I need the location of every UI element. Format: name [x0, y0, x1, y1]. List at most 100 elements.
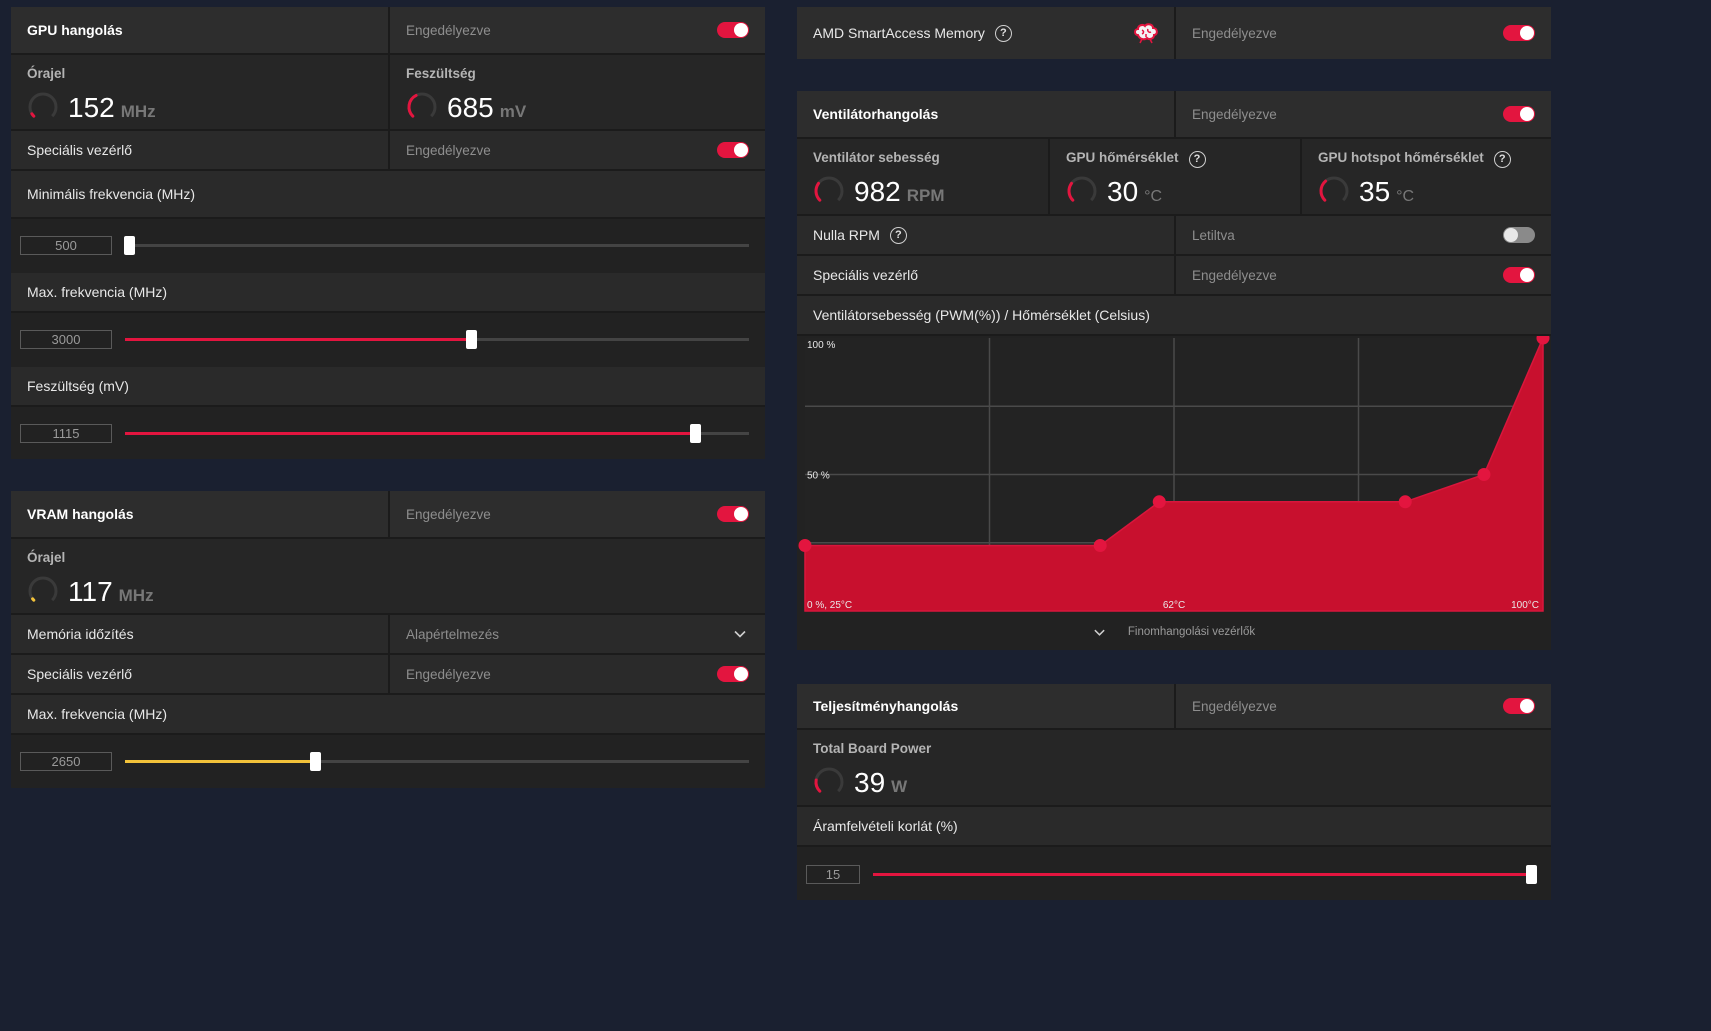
help-icon[interactable]: ?	[994, 24, 1012, 42]
fan-tuning-toggle[interactable]	[1503, 106, 1535, 122]
gpu-temp-label: GPU hőmérséklet	[1066, 150, 1179, 165]
min-freq-thumb[interactable]	[124, 236, 135, 255]
x-tick-label: 0 %, 25°C	[807, 600, 852, 611]
sam-status: Engedélyezve	[1192, 25, 1277, 41]
gpu-special-row: Speciális vezérlő Engedélyezve	[11, 131, 765, 171]
gpu-tuning-toggle[interactable]	[717, 22, 749, 38]
gpu-temp-value: 30	[1107, 176, 1139, 207]
power-limit-slider[interactable]	[873, 865, 1537, 884]
vram-max-freq-label: Max. frekvencia (MHz)	[27, 706, 168, 722]
fan-metrics-row: Ventilátor sebesség 982 RPM GPU hőmérsékl…	[797, 138, 1551, 216]
help-icon[interactable]: ?	[889, 226, 907, 244]
board-power-gauge	[814, 767, 844, 793]
fan-tuning-status: Engedélyezve	[1192, 106, 1277, 122]
gpu-special-label: Speciális vezérlő	[27, 142, 133, 158]
vram-special-label: Speciális vezérlő	[27, 666, 133, 682]
vram-tuning-card: VRAM hangolás Engedélyezve Órajel 117 MHz…	[11, 491, 765, 788]
zero-rpm-status: Letiltva	[1192, 227, 1235, 243]
gpu-clock-unit: MHz	[120, 102, 156, 121]
memory-timing-select[interactable]: Alapértelmezés	[388, 615, 765, 653]
gpu-metrics-row: Órajel 152 MHz Feszültség 685 mV	[11, 54, 765, 131]
vram-clock-label: Órajel	[27, 550, 66, 565]
min-freq-slider[interactable]	[124, 236, 749, 255]
gpu-clock-label: Órajel	[27, 66, 66, 81]
fan-curve-point[interactable]	[1093, 538, 1107, 552]
help-icon[interactable]: ?	[1493, 151, 1511, 168]
fan-speed-gauge	[814, 176, 844, 202]
performance-tuning-toggle[interactable]	[1503, 698, 1535, 714]
gauge-level-arc	[30, 112, 36, 118]
zero-rpm-row: Nulla RPM ? Letiltva	[797, 216, 1551, 256]
smart-access-memory-card: AMD SmartAccess Memory ? Engedélyezve	[797, 7, 1551, 59]
sam-toggle[interactable]	[1503, 25, 1535, 41]
gauge-level-arc	[814, 778, 822, 793]
fan-curve-point[interactable]	[1398, 495, 1412, 509]
voltage-slider-label: Feszültség (mV)	[27, 378, 129, 394]
fan-curve-title: Ventilátorsebesség (PWM(%)) / Hőmérsékle…	[813, 307, 1150, 323]
max-freq-thumb[interactable]	[466, 330, 478, 349]
vram-tuning-title: VRAM hangolás	[27, 506, 134, 522]
fan-tuning-card: Ventilátorhangolás Engedélyezve Ventilát…	[797, 91, 1551, 650]
board-power-row: Total Board Power 39 W	[797, 730, 1551, 807]
vram-special-status: Engedélyezve	[406, 666, 491, 682]
fan-curve-chart[interactable]: 100 % 50 % 0 %, 25°C 62°C 100°C	[797, 336, 1551, 614]
fan-speed-value: 982	[854, 176, 901, 207]
performance-tuning-status: Engedélyezve	[1192, 698, 1277, 714]
zero-rpm-toggle[interactable]	[1503, 227, 1535, 243]
gpu-voltage-gauge	[407, 92, 437, 118]
max-freq-slider-row: 3000	[11, 313, 765, 367]
vram-max-freq-input[interactable]: 2650	[20, 752, 112, 771]
fan-speed-label: Ventilátor sebesség	[813, 150, 940, 165]
vram-special-toggle[interactable]	[717, 666, 749, 682]
fan-curve-point[interactable]	[1152, 495, 1166, 509]
vram-tuning-status: Engedélyezve	[406, 506, 491, 522]
power-limit-label-row: Áramfelvételi korlát (%)	[797, 807, 1551, 847]
fan-special-status: Engedélyezve	[1192, 267, 1277, 283]
gauge-level-arc	[31, 597, 36, 602]
sam-title: AMD SmartAccess Memory	[813, 25, 985, 41]
vram-clock-gauge	[28, 576, 58, 602]
vram-max-freq-slider[interactable]	[125, 752, 749, 771]
fan-curve-point[interactable]	[1477, 468, 1491, 481]
voltage-thumb[interactable]	[689, 424, 701, 443]
fan-tuning-title: Ventilátorhangolás	[813, 106, 939, 122]
min-freq-input[interactable]: 500	[20, 236, 112, 255]
power-limit-input[interactable]: 15	[806, 865, 860, 884]
gpu-temp-unit: °C	[1144, 188, 1163, 205]
gpu-temp-gauge	[1067, 176, 1097, 202]
x-tick-label: 100°C	[1511, 600, 1539, 611]
vram-max-freq-slider-row: 2650	[11, 735, 765, 788]
max-freq-label-row: Max. frekvencia (MHz)	[11, 273, 765, 313]
vram-max-freq-thumb[interactable]	[310, 752, 322, 771]
board-power-value: 39	[854, 767, 886, 798]
gpu-tuning-status: Engedélyezve	[406, 22, 491, 38]
gpu-special-toggle[interactable]	[717, 142, 749, 158]
vram-clock-unit: MHz	[118, 586, 154, 605]
voltage-slider-row: 1115	[11, 407, 765, 459]
hotspot-temp-gauge	[1319, 176, 1349, 202]
voltage-slider[interactable]	[125, 424, 749, 443]
max-freq-slider[interactable]	[125, 330, 749, 349]
max-freq-input[interactable]: 3000	[20, 330, 112, 349]
gpu-voltage-metric: Feszültség 685 mV	[388, 54, 765, 130]
fan-tuning-header: Ventilátorhangolás Engedélyezve	[797, 91, 1551, 139]
brain-icon	[1134, 23, 1158, 44]
fine-tune-row[interactable]: Finomhangolási vezérlők	[797, 614, 1551, 650]
power-limit-slider-row: 15	[797, 847, 1551, 900]
zero-rpm-label: Nulla RPM	[813, 227, 880, 243]
min-freq-label-row: Minimális frekvencia (MHz)	[11, 171, 765, 219]
power-limit-thumb[interactable]	[1526, 865, 1537, 884]
fan-curve-chart-row: 100 % 50 % 0 %, 25°C 62°C 100°C	[797, 336, 1551, 614]
y-tick-label: 100 %	[807, 340, 835, 351]
power-limit-label: Áramfelvételi korlát (%)	[813, 818, 958, 834]
voltage-input[interactable]: 1115	[20, 424, 112, 443]
vram-tuning-toggle[interactable]	[717, 506, 749, 522]
gpu-tuning-card: GPU hangolás Engedélyezve Órajel 152 MHz …	[11, 7, 765, 459]
gpu-temp-metric: GPU hőmérséklet? 30 °C	[1048, 138, 1300, 215]
gauge-level-arc	[1067, 181, 1075, 202]
help-icon[interactable]: ?	[1188, 151, 1206, 168]
y-tick-label: 50 %	[807, 471, 830, 482]
fan-special-toggle[interactable]	[1503, 267, 1535, 283]
fan-curve-point[interactable]	[798, 538, 812, 552]
fan-curve-title-row: Ventilátorsebesség (PWM(%)) / Hőmérsékle…	[797, 296, 1551, 336]
